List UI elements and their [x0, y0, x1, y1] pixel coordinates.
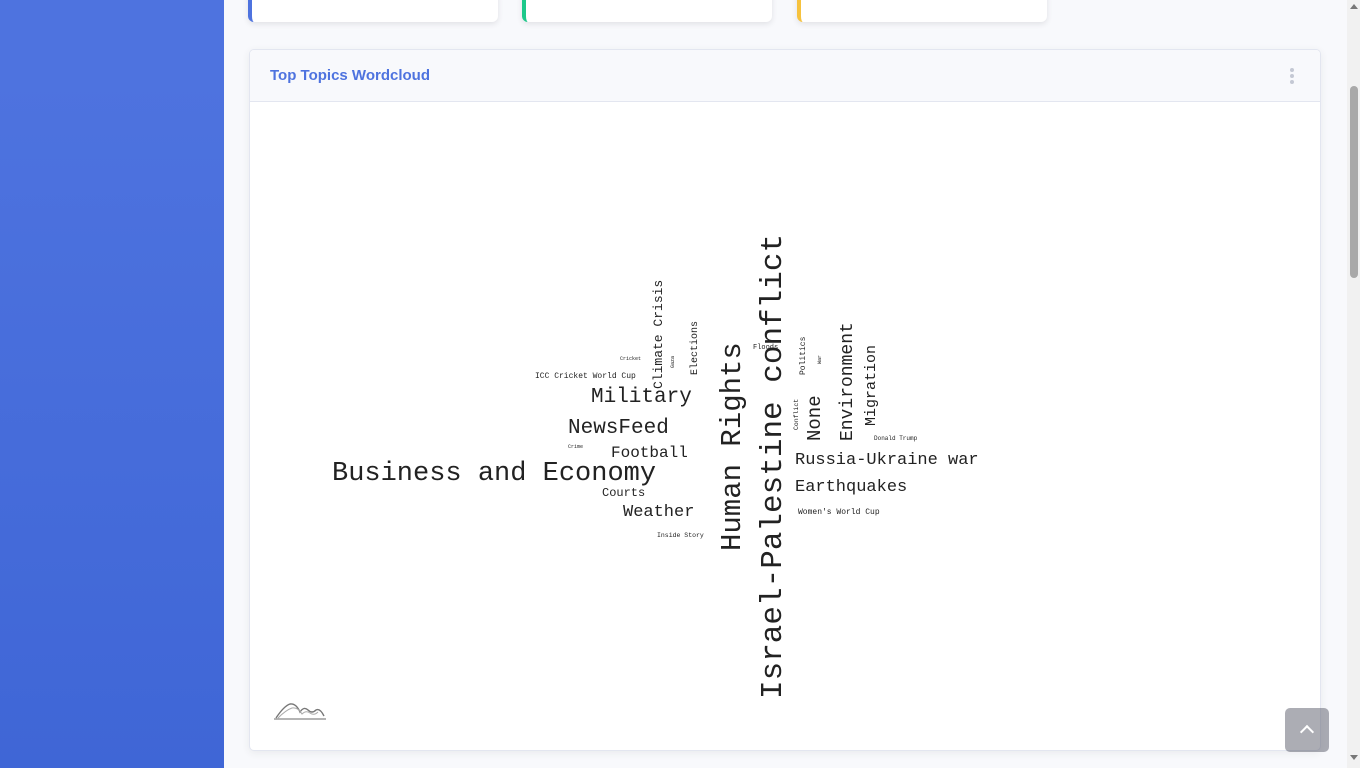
word-human-rights: Human Rights — [716, 342, 749, 551]
scroll-up-arrow-icon[interactable] — [1350, 4, 1358, 9]
word-womens-world-cup: Women's World Cup — [798, 508, 880, 517]
wordcloud: Israel-Palestine conflict Human Rights N… — [332, 234, 979, 699]
word-business-and-economy: Business and Economy — [332, 459, 656, 489]
word-none: None — [804, 395, 826, 441]
main-content: Top Topics Wordcloud Israel-Palestine co… — [224, 0, 1347, 768]
word-climate-crisis: Climate Crisis — [651, 280, 666, 389]
scroll-down-arrow-icon[interactable] — [1350, 755, 1358, 760]
word-football: Football — [611, 444, 688, 462]
word-russia-ukraine-war: Russia-Ukraine war — [795, 451, 979, 470]
word-environment: Environment — [838, 322, 858, 441]
wave-logo-icon — [274, 703, 326, 720]
word-israel-palestine: Israel-Palestine conflict — [756, 234, 791, 699]
ellipsis-vertical-icon[interactable] — [1288, 68, 1296, 86]
word-cricket: Cricket — [620, 356, 641, 362]
scroll-to-top-button[interactable] — [1285, 708, 1329, 752]
word-earthquakes: Earthquakes — [795, 478, 907, 497]
word-icc-cricket-world-cup: ICC Cricket World Cup — [535, 372, 636, 381]
card-header: Top Topics Wordcloud — [250, 50, 1320, 102]
word-migration: Migration — [863, 345, 880, 426]
card-title: Top Topics Wordcloud — [270, 67, 430, 84]
stat-card-2 — [522, 0, 772, 22]
chevron-up-icon — [1299, 724, 1315, 740]
word-gaza: Gaza — [670, 356, 676, 368]
stat-card-1 — [248, 0, 498, 22]
word-politics: Politics — [799, 336, 808, 375]
word-courts: Courts — [602, 486, 645, 500]
word-crime: Crime — [568, 444, 583, 450]
word-elections: Elections — [689, 321, 701, 375]
scroll-thumb[interactable] — [1350, 86, 1358, 278]
stat-card-3 — [797, 0, 1047, 22]
wordcloud-card: Top Topics Wordcloud Israel-Palestine co… — [249, 49, 1321, 751]
word-newsfeed: NewsFeed — [568, 417, 669, 440]
word-military: Military — [591, 386, 692, 409]
word-weather: Weather — [623, 503, 694, 522]
word-floods: Floods — [753, 344, 778, 352]
word-conflict: Conflict — [793, 399, 800, 430]
word-donald-trump: Donald Trump — [874, 435, 918, 442]
word-war: War — [817, 355, 823, 364]
word-inside-story: Inside Story — [657, 532, 704, 539]
card-body: Israel-Palestine conflict Human Rights N… — [250, 102, 1320, 750]
sidebar — [0, 0, 224, 768]
page-scrollbar[interactable] — [1347, 0, 1360, 768]
